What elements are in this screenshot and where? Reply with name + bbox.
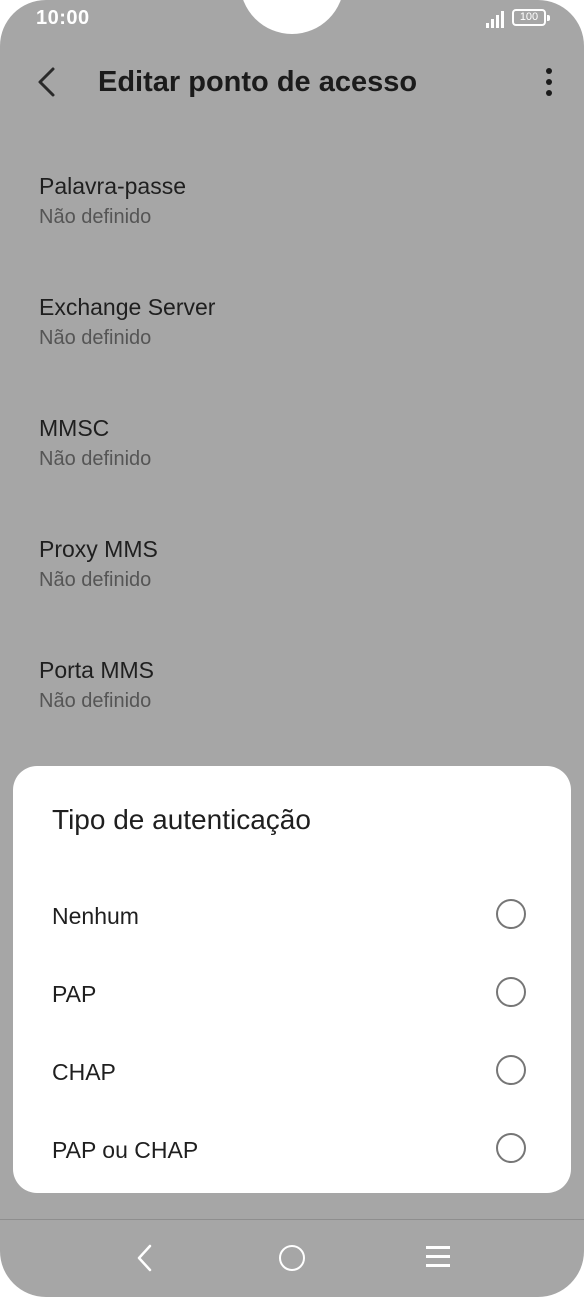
- battery-icon: 100: [512, 9, 550, 26]
- setting-item-exchange-server[interactable]: Exchange Server Não definido: [0, 271, 584, 392]
- setting-label: Porta MMS: [39, 657, 155, 683]
- setting-label: MMSC: [39, 415, 110, 441]
- menu-icon[interactable]: [426, 1246, 450, 1268]
- setting-value: Não definido: [39, 327, 152, 349]
- setting-label: Proxy MMS: [39, 536, 158, 562]
- screen: 10:00 100 Editar ponto de acesso Palavra…: [0, 0, 584, 1297]
- home-icon[interactable]: [279, 1245, 305, 1271]
- option-label: PAP: [52, 981, 97, 1007]
- setting-label: Palavra-passe: [39, 173, 187, 199]
- radio-button[interactable]: [496, 899, 526, 929]
- option-label: PAP ou CHAP: [52, 1137, 199, 1163]
- chevron-left-icon[interactable]: [26, 60, 70, 104]
- dialog-title: Tipo de autenticação: [52, 804, 311, 835]
- more-vertical-icon[interactable]: [530, 62, 566, 102]
- setting-item-mms-port[interactable]: Porta MMS Não definido: [0, 634, 584, 755]
- back-icon[interactable]: [130, 1240, 160, 1276]
- option-label: CHAP: [52, 1059, 116, 1085]
- status-time: 10:00: [36, 7, 90, 29]
- setting-item-password[interactable]: Palavra-passe Não definido: [0, 150, 584, 271]
- settings-list: Palavra-passe Não definido Exchange Serv…: [0, 150, 584, 755]
- setting-value: Não definido: [39, 569, 152, 591]
- page-title: Editar ponto de acesso: [98, 66, 418, 98]
- option-pap[interactable]: PAP: [13, 961, 571, 1039]
- option-chap[interactable]: CHAP: [13, 1039, 571, 1117]
- setting-value: Não definido: [39, 690, 152, 712]
- navigation-bar: [0, 1220, 584, 1297]
- option-pap-or-chap[interactable]: PAP ou CHAP: [13, 1117, 571, 1195]
- radio-button[interactable]: [496, 1133, 526, 1163]
- radio-button[interactable]: [496, 1055, 526, 1085]
- option-label: Nenhum: [52, 903, 139, 929]
- app-bar: Editar ponto de acesso: [0, 50, 584, 114]
- setting-value: Não definido: [39, 206, 152, 228]
- setting-item-mmsc[interactable]: MMSC Não definido: [0, 392, 584, 513]
- radio-button[interactable]: [496, 977, 526, 1007]
- auth-type-dialog: Tipo de autenticação Nenhum PAP CHAP PAP…: [13, 766, 571, 1193]
- setting-item-mms-proxy[interactable]: Proxy MMS Não definido: [0, 513, 584, 634]
- signal-icon: [486, 10, 506, 28]
- setting-label: Exchange Server: [39, 294, 216, 320]
- phone-frame: 10:00 100 Editar ponto de acesso Palavra…: [0, 0, 584, 1297]
- option-none[interactable]: Nenhum: [13, 883, 571, 961]
- setting-value: Não definido: [39, 448, 152, 470]
